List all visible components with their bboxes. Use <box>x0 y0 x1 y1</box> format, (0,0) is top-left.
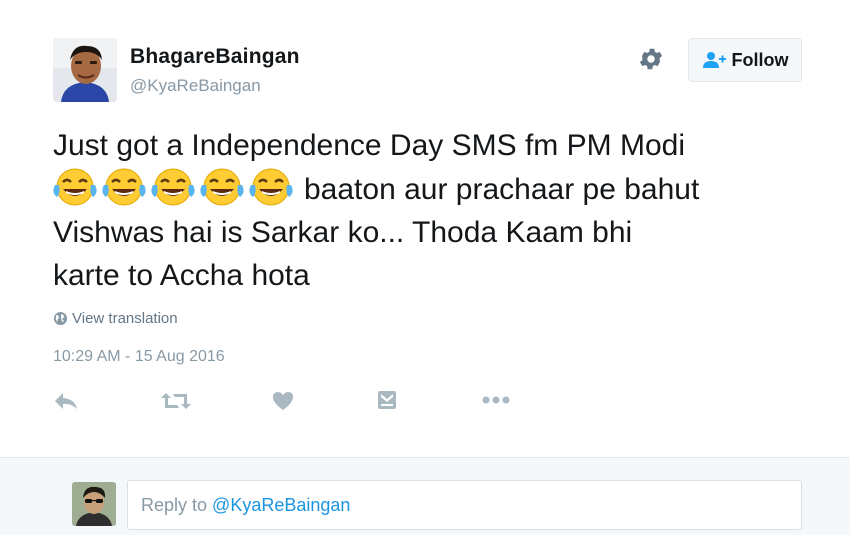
add-user-icon <box>702 52 726 68</box>
author-display-name[interactable]: BhagareBaingan <box>130 45 300 69</box>
gear-icon[interactable] <box>637 45 665 73</box>
tweet-actions <box>0 388 850 416</box>
face-with-tears-of-joy-icon <box>102 168 146 206</box>
face-with-tears-of-joy-icon <box>249 168 293 206</box>
emoji-group <box>53 167 298 207</box>
reply-prefix: Reply to <box>141 494 208 515</box>
more-icon[interactable] <box>482 396 510 404</box>
retweet-icon[interactable] <box>161 390 191 412</box>
face-with-tears-of-joy-icon <box>151 168 195 206</box>
tweet-text-line: Just got a Independence Day SMS fm PM Mo… <box>53 129 685 162</box>
reply-mention: @KyaReBaingan <box>212 494 351 515</box>
author-handle[interactable]: @KyaReBaingan <box>130 76 261 96</box>
reply-icon[interactable] <box>53 390 79 412</box>
view-translation-label: View translation <box>72 310 178 327</box>
tweet-text: Just got a Independence Day SMS fm PM Mo… <box>53 124 823 297</box>
current-user-avatar[interactable] <box>72 482 116 526</box>
follow-label: Follow <box>731 49 789 70</box>
author-avatar[interactable] <box>53 38 117 102</box>
tweet-text-line: baaton aur prachaar pe bahut <box>53 167 823 211</box>
reply-bar: Reply to @KyaReBaingan <box>0 457 850 535</box>
tweet-card: BhagareBaingan @KyaReBaingan Follow Just… <box>0 0 850 457</box>
like-icon[interactable] <box>272 390 294 412</box>
follow-button[interactable]: Follow <box>688 38 802 82</box>
tweet-text-line: Vishwas hai is Sarkar ko... Thoda Kaam b… <box>53 216 633 249</box>
face-with-tears-of-joy-icon <box>200 168 244 206</box>
globe-icon <box>53 311 68 326</box>
moment-icon[interactable] <box>377 390 397 410</box>
tweet-text-line: karte to Accha hota <box>53 259 310 292</box>
view-translation-link[interactable]: View translation <box>53 310 178 327</box>
tweet-text-segment: baaton aur prachaar pe bahut <box>304 173 700 206</box>
tweet-timestamp[interactable]: 10:29 AM - 15 Aug 2016 <box>53 348 225 366</box>
face-with-tears-of-joy-icon <box>53 168 97 206</box>
reply-input[interactable]: Reply to @KyaReBaingan <box>127 480 802 530</box>
